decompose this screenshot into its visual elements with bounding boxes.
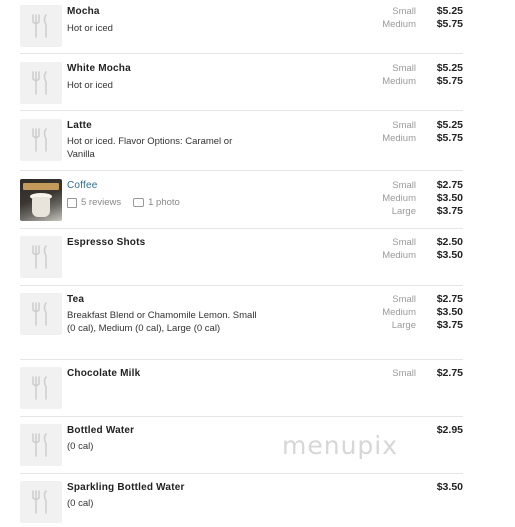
price: $2.75 <box>436 293 463 305</box>
reviews-link[interactable]: 5 reviews <box>81 197 121 208</box>
price-list: $2.75 $3.50 $3.75 <box>437 293 463 332</box>
price: $3.75 <box>436 319 463 331</box>
price: $5.25 <box>436 62 463 74</box>
item-description: Breakfast Blend or Chamomile Lemon. Smal… <box>67 310 257 334</box>
price-list: $2.95 <box>437 424 463 437</box>
size-list: Small Medium <box>382 5 416 31</box>
price-list: $3.50 <box>437 481 463 494</box>
menu-item: Latte Hot or iced. Flavor Options: Caram… <box>20 111 463 171</box>
price: $2.75 <box>436 367 463 379</box>
size-list: Small Medium Large <box>382 179 416 218</box>
size-label: Large <box>391 320 416 331</box>
menu-item: White Mocha Hot or iced Small Medium $5.… <box>20 54 463 111</box>
price: $3.50 <box>436 306 463 318</box>
size-label: Small <box>392 120 416 131</box>
size-list: Small Medium <box>382 62 416 88</box>
menu-item: Espresso Shots Small Medium $2.50 $3.50 <box>20 229 463 286</box>
size-list: Small Medium <box>382 119 416 145</box>
camera-icon <box>133 198 145 207</box>
price-list: $2.75 $3.50 $3.75 <box>437 179 463 218</box>
size-label: Small <box>392 180 416 191</box>
item-description: Hot or iced. Flavor Options: Caramel or … <box>67 136 233 160</box>
size-label: Medium <box>382 76 416 87</box>
price-list: $2.75 <box>437 367 463 380</box>
menu-item: Sparkling Bottled Water (0 cal) $3.50 <box>20 474 463 527</box>
price: $5.75 <box>436 132 463 144</box>
size-label: Small <box>392 237 416 248</box>
price-list: $5.25 $5.75 <box>437 62 463 88</box>
item-name[interactable]: Latte <box>67 120 92 131</box>
utensils-placeholder-icon <box>20 62 62 104</box>
item-description: (0 cal) <box>67 441 94 452</box>
item-name[interactable]: White Mocha <box>67 63 131 74</box>
price: $3.75 <box>436 205 463 217</box>
utensils-placeholder-icon <box>20 236 62 278</box>
price: $2.75 <box>436 179 463 191</box>
price: $5.25 <box>436 119 463 131</box>
review-icon <box>67 197 77 208</box>
size-label: Small <box>392 63 416 74</box>
utensils-placeholder-icon <box>20 293 62 335</box>
item-name[interactable]: Bottled Water <box>67 425 134 436</box>
size-label: Medium <box>382 19 416 30</box>
price: $5.75 <box>436 18 463 30</box>
price-list: $2.50 $3.50 <box>437 236 463 262</box>
item-meta: 5 reviews 1 photo <box>67 197 180 208</box>
price: $5.75 <box>436 75 463 87</box>
item-name[interactable]: Espresso Shots <box>67 237 145 248</box>
menu-item: Tea Breakfast Blend or Chamomile Lemon. … <box>20 286 463 360</box>
price-list: $5.25 $5.75 <box>437 5 463 31</box>
price: $3.50 <box>436 192 463 204</box>
size-label: Small <box>392 294 416 305</box>
size-label: Medium <box>382 250 416 261</box>
item-name-link[interactable]: Coffee <box>67 180 97 191</box>
price: $2.95 <box>436 424 463 436</box>
size-list: Small <box>392 367 416 380</box>
utensils-placeholder-icon <box>20 367 62 409</box>
size-label: Small <box>392 6 416 17</box>
utensils-placeholder-icon <box>20 5 62 47</box>
price: $2.50 <box>436 236 463 248</box>
size-list: Small Medium <box>382 236 416 262</box>
menupix-watermark: menupix <box>282 431 399 460</box>
photos-link[interactable]: 1 photo <box>148 197 180 208</box>
size-label: Medium <box>382 133 416 144</box>
item-description: (0 cal) <box>67 498 94 509</box>
item-name[interactable]: Mocha <box>67 6 100 17</box>
item-description: Hot or iced <box>67 23 113 34</box>
item-name[interactable]: Tea <box>67 294 84 305</box>
menu-item: Coffee 5 reviews 1 photo Small Medium La… <box>20 171 463 229</box>
size-label: Medium <box>382 193 416 204</box>
item-description: Hot or iced <box>67 80 113 91</box>
item-name[interactable]: Sparkling Bottled Water <box>67 482 185 493</box>
item-name[interactable]: Chocolate Milk <box>67 368 140 379</box>
menu-item: Mocha Hot or iced Small Medium $5.25 $5.… <box>20 0 463 54</box>
size-label: Small <box>392 368 416 379</box>
utensils-placeholder-icon <box>20 119 62 161</box>
price: $5.25 <box>436 5 463 17</box>
menu-item: Chocolate Milk Small $2.75 <box>20 360 463 417</box>
utensils-placeholder-icon <box>20 424 62 466</box>
price-list: $5.25 $5.75 <box>437 119 463 145</box>
size-list: Small Medium Large <box>382 293 416 332</box>
size-label: Medium <box>382 307 416 318</box>
size-label: Large <box>391 206 416 217</box>
price: $3.50 <box>436 481 463 493</box>
utensils-placeholder-icon <box>20 481 62 523</box>
coffee-photo[interactable] <box>20 179 62 221</box>
price: $3.50 <box>436 249 463 261</box>
